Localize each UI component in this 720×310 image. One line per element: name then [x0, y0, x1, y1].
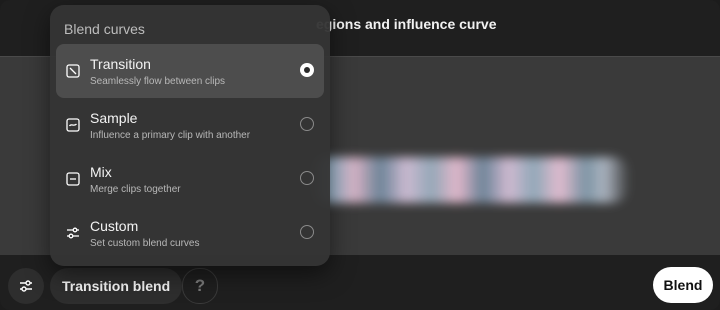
sliders-icon [67, 227, 79, 239]
current-blend-button[interactable]: Transition blend [50, 268, 183, 304]
radio-unselected[interactable] [300, 171, 314, 185]
menu-item-label: Transition [90, 56, 151, 72]
menu-item-custom[interactable]: Custom Set custom blend curves [56, 206, 324, 260]
page-title: egions and influence curve [316, 16, 497, 32]
sample-icon [66, 118, 80, 132]
menu-item-label: Mix [90, 164, 112, 180]
blend-settings-button[interactable] [8, 268, 44, 304]
menu-item-description: Set custom blend curves [90, 238, 200, 249]
menu-item-mix[interactable]: Mix Merge clips together [56, 152, 324, 206]
menu-item-description: Merge clips together [90, 184, 181, 195]
menu-title: Blend curves [64, 21, 145, 37]
radio-selected[interactable] [300, 63, 314, 77]
menu-item-label: Custom [90, 218, 139, 234]
blend-button[interactable]: Blend [653, 267, 713, 303]
menu-item-sample[interactable]: Sample Influence a primary clip with ano… [56, 98, 324, 152]
mix-icon [66, 172, 80, 186]
blurred-clip-thumbnails [310, 157, 630, 203]
menu-item-description: Influence a primary clip with another [90, 130, 251, 141]
help-button[interactable]: ? [182, 268, 218, 304]
app-window: egions and influence curve Transition bl… [0, 0, 720, 310]
radio-unselected[interactable] [300, 225, 314, 239]
blend-curves-menu: Blend curves Transition Seamlessly flow … [50, 5, 330, 266]
menu-item-transition[interactable]: Transition Seamlessly flow between clips [56, 44, 324, 98]
transition-icon [66, 64, 80, 78]
radio-unselected[interactable] [300, 117, 314, 131]
menu-item-label: Sample [90, 110, 138, 126]
sliders-icon [20, 280, 32, 292]
menu-item-description: Seamlessly flow between clips [90, 76, 226, 87]
